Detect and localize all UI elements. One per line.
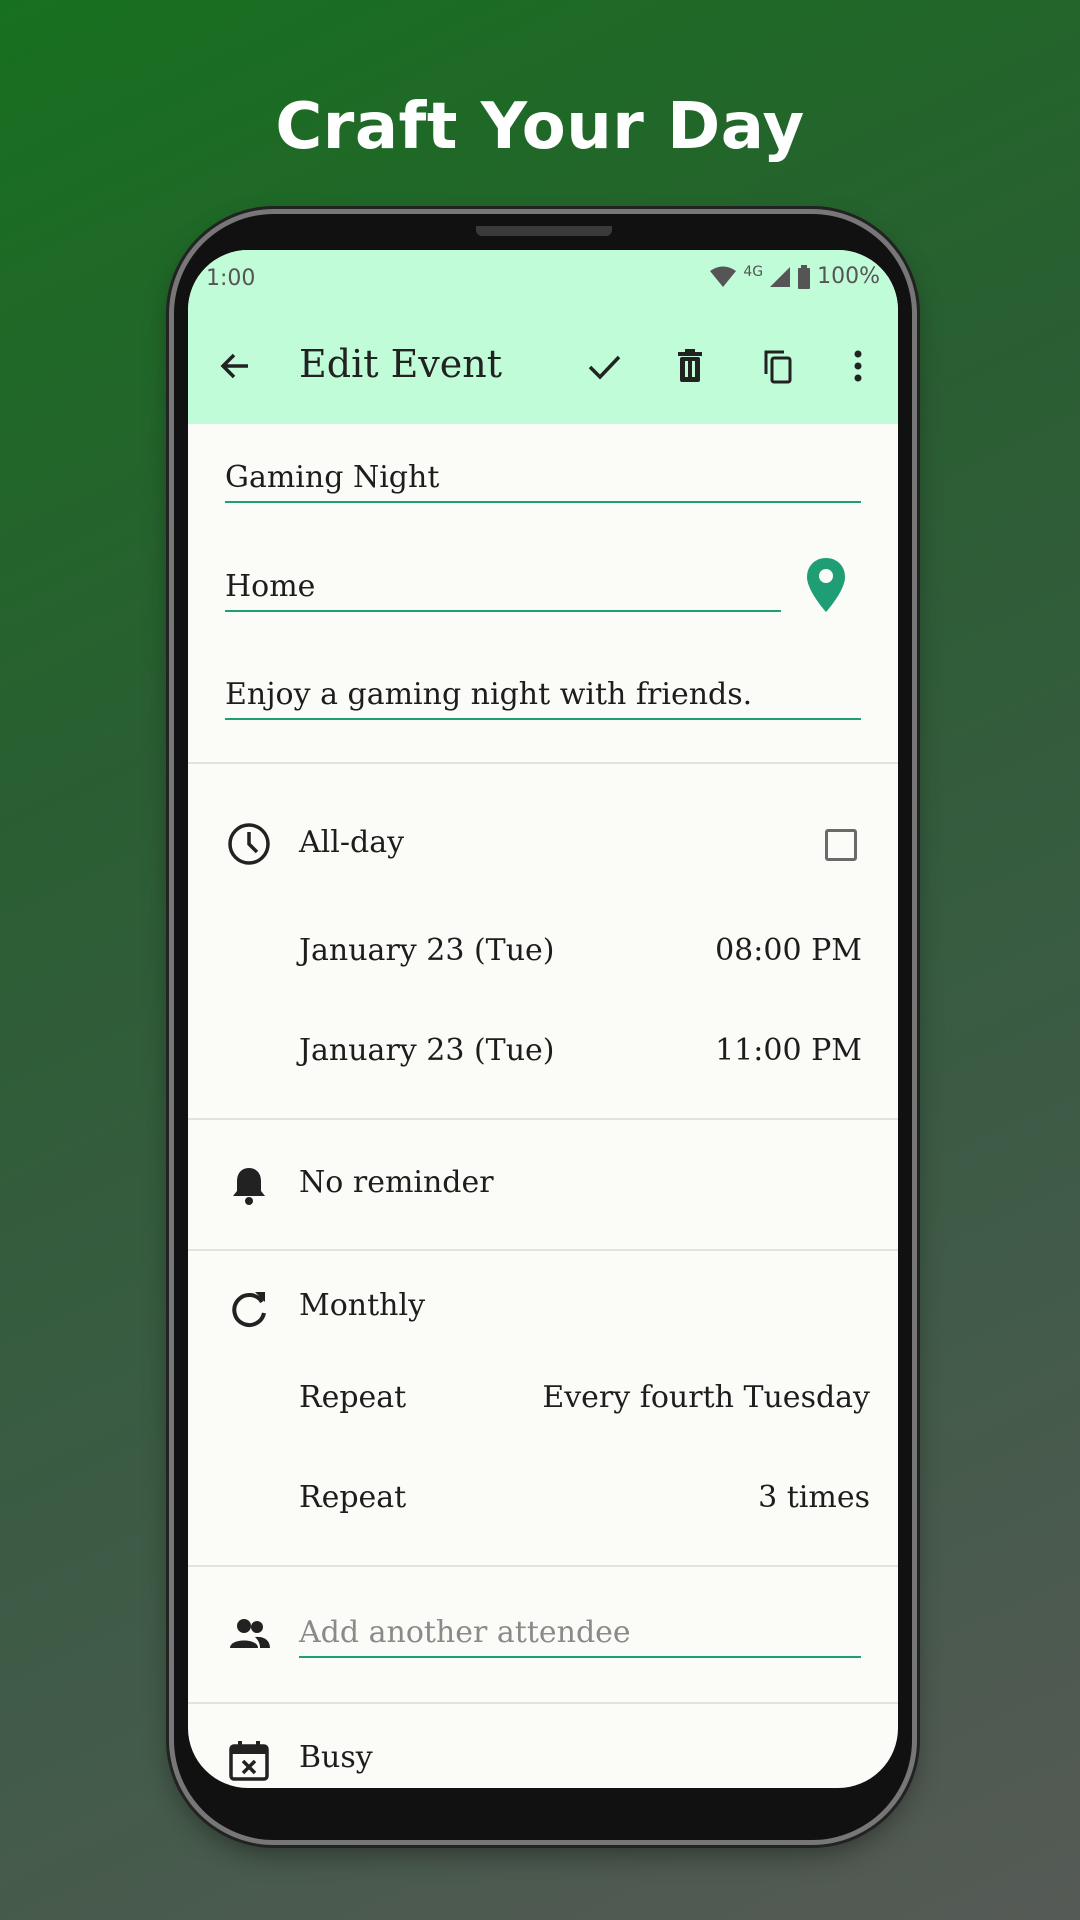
- event-description-value: Enjoy a gaming night with friends.: [225, 677, 753, 712]
- page-title: Edit Event: [299, 342, 503, 386]
- people-icon: [230, 1619, 270, 1648]
- cell-signal-icon: [770, 266, 791, 287]
- app-bar: Edit Event: [188, 308, 898, 424]
- duplicate-icon[interactable]: [758, 346, 798, 386]
- event-title-input[interactable]: Gaming Night: [225, 460, 861, 503]
- save-check-icon[interactable]: [584, 346, 624, 386]
- headline: Craft Your Day: [275, 90, 805, 164]
- reminder-label[interactable]: No reminder: [299, 1165, 494, 1200]
- back-arrow-icon[interactable]: [216, 346, 256, 386]
- bell-icon: [233, 1168, 265, 1205]
- delete-icon[interactable]: [670, 346, 710, 386]
- start-date[interactable]: January 23 (Tue): [299, 933, 554, 968]
- repeat-frequency[interactable]: Monthly: [299, 1288, 425, 1323]
- event-description-input[interactable]: Enjoy a gaming night with friends.: [225, 677, 861, 720]
- event-location-input[interactable]: Home: [225, 569, 781, 612]
- availability-label[interactable]: Busy: [299, 1740, 373, 1775]
- wifi-icon: [710, 266, 737, 287]
- divider: [188, 1118, 898, 1120]
- battery-level: 100%: [817, 264, 880, 289]
- more-options-icon[interactable]: [838, 346, 878, 386]
- end-time[interactable]: 11:00 PM: [715, 1033, 862, 1068]
- status-time: 1:00: [206, 266, 256, 291]
- divider: [188, 762, 898, 764]
- calendar-busy-icon: [229, 1741, 269, 1781]
- event-title-value: Gaming Night: [225, 460, 440, 495]
- repeat-count-value[interactable]: 3 times: [758, 1480, 870, 1515]
- clock-icon: [228, 823, 270, 865]
- start-time[interactable]: 08:00 PM: [715, 933, 862, 968]
- repeat-icon: [232, 1292, 266, 1327]
- side-button-right: [913, 500, 920, 600]
- repeat-count-label: Repeat: [299, 1480, 407, 1515]
- repeat-rule-label: Repeat: [299, 1380, 407, 1415]
- divider: [188, 1249, 898, 1251]
- attendee-placeholder: Add another attendee: [299, 1615, 631, 1650]
- divider: [188, 1565, 898, 1567]
- repeat-rule-value[interactable]: Every fourth Tuesday: [542, 1380, 870, 1415]
- network-type: 4G: [743, 264, 764, 280]
- earpiece-speaker: [476, 226, 612, 236]
- all-day-label: All-day: [299, 825, 405, 860]
- divider: [188, 1702, 898, 1704]
- end-date[interactable]: January 23 (Tue): [299, 1033, 554, 1068]
- phone-screen: 1:00 4G 100% Edit Event Gaming Night Hom…: [188, 250, 898, 1788]
- event-location-value: Home: [225, 569, 316, 604]
- all-day-checkbox[interactable]: [825, 829, 857, 861]
- attendee-input[interactable]: Add another attendee: [299, 1615, 861, 1658]
- battery-icon: [798, 264, 811, 289]
- status-bar: 1:00 4G 100%: [188, 250, 898, 308]
- location-pin-icon[interactable]: [805, 556, 847, 614]
